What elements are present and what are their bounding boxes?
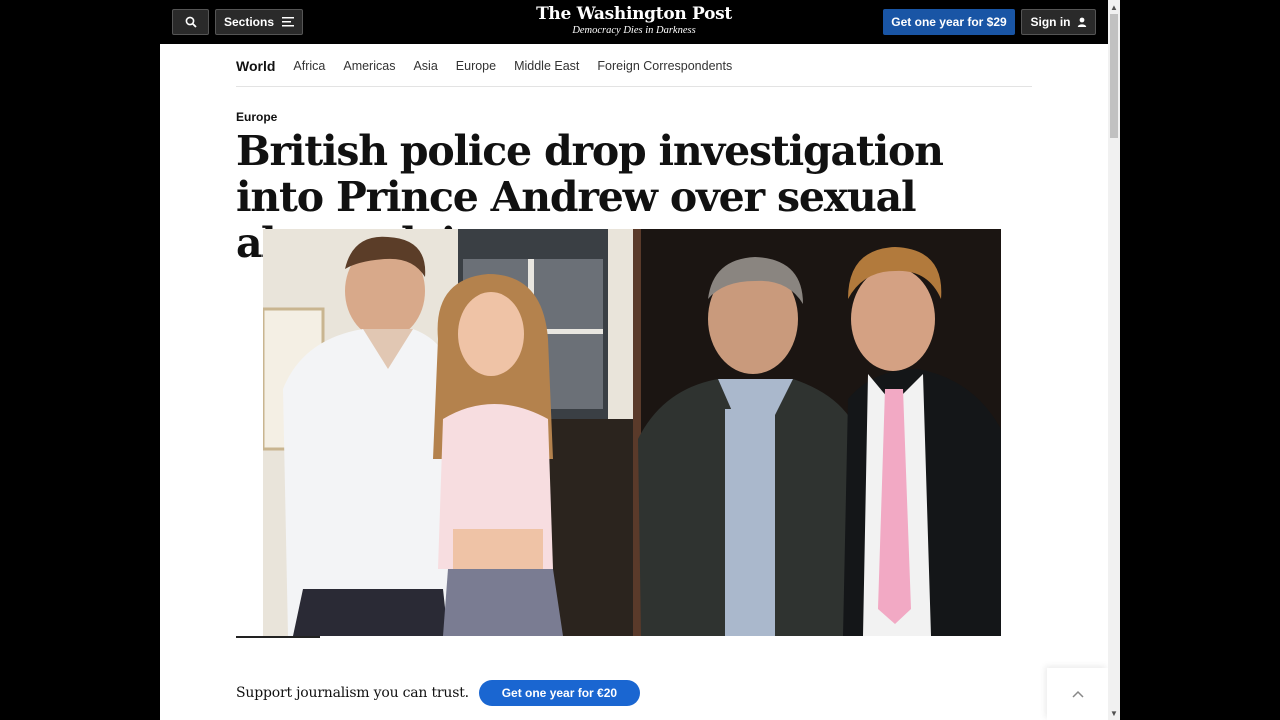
subnav-link-africa[interactable]: Africa	[293, 56, 325, 76]
scroll-thumb[interactable]	[1110, 14, 1118, 138]
subnav-section-world[interactable]: World	[236, 56, 275, 76]
content-area: World Africa Americas Asia Europe Middle…	[160, 0, 1108, 720]
section-subnav: World Africa Americas Asia Europe Middle…	[236, 56, 1032, 87]
article-lead-photo	[263, 229, 1001, 636]
subnav-link-americas[interactable]: Americas	[343, 56, 395, 76]
article-kicker[interactable]: Europe	[236, 110, 277, 124]
photo-caption-rule	[236, 636, 320, 638]
scroll-down-arrow-icon[interactable]: ▼	[1108, 706, 1120, 720]
subnav-link-europe[interactable]: Europe	[456, 56, 496, 76]
scroll-to-top-button[interactable]	[1047, 668, 1108, 720]
subnav-link-asia[interactable]: Asia	[413, 56, 437, 76]
chevron-up-icon	[1071, 690, 1084, 698]
subnav-link-middle-east[interactable]: Middle East	[514, 56, 579, 76]
scroll-up-arrow-icon[interactable]: ▲	[1108, 0, 1120, 14]
page-scrollbar[interactable]: ▲ ▼	[1108, 0, 1120, 720]
support-subscribe-button[interactable]: Get one year for €20	[478, 680, 640, 706]
support-banner: Support journalism you can trust. Get on…	[236, 680, 640, 706]
subnav-link-foreign-correspondents[interactable]: Foreign Correspondents	[597, 56, 732, 76]
support-text: Support journalism you can trust.	[236, 685, 469, 701]
lead-photo-illustration	[263, 229, 1001, 636]
